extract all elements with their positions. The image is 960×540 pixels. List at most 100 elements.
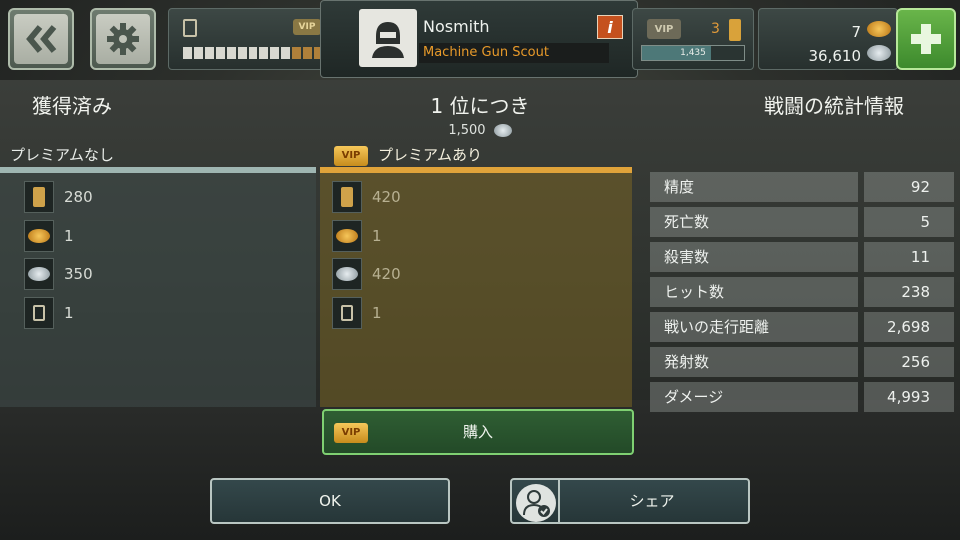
gear-icon xyxy=(107,23,139,55)
stat-row: 殺害数 11 xyxy=(650,242,954,272)
reward-value: 420 xyxy=(372,188,401,206)
stat-label: ヒット数 xyxy=(650,277,858,307)
double-chevron-left-icon xyxy=(26,25,57,53)
currency-panel: 7 36,610 xyxy=(758,8,898,70)
fuel-segment xyxy=(281,47,291,59)
xp-value: 1,435 xyxy=(680,48,706,58)
back-button[interactable] xyxy=(8,8,74,70)
share-user-icon xyxy=(516,484,556,522)
user-check-icon xyxy=(523,490,550,517)
reward-row: 1 xyxy=(332,297,382,329)
info-button[interactable]: i xyxy=(597,15,623,39)
fuel-segment xyxy=(270,47,280,59)
per-place-reward: 1,500 xyxy=(0,121,960,138)
stat-label: 発射数 xyxy=(650,347,858,377)
premium-header: VIP プレミアムあり xyxy=(334,143,482,167)
player-panel: Nosmith Machine Gun Scout i xyxy=(320,0,638,78)
reward-value: 1 xyxy=(64,304,74,322)
reward-value: 1 xyxy=(372,304,382,322)
fuel-segment xyxy=(193,47,203,59)
fuel-icon xyxy=(183,19,197,37)
xp-bar: 1,435 xyxy=(641,45,745,61)
no-premium-header: プレミアムなし xyxy=(10,146,114,164)
share-button[interactable]: シェア xyxy=(510,478,750,524)
gold-coin-icon xyxy=(336,229,358,243)
battle-stats-heading: 戦闘の統計情報 xyxy=(764,94,904,118)
silver-value: 36,610 xyxy=(808,47,862,65)
stat-value: 11 xyxy=(864,242,954,272)
stat-label: ダメージ xyxy=(650,382,858,412)
per-place-value: 1,500 xyxy=(448,123,486,138)
reward-value: 1 xyxy=(372,227,382,245)
fuel-segment xyxy=(226,47,236,59)
reward-row: 350 xyxy=(24,258,93,290)
share-label: シェア xyxy=(629,492,675,510)
rank-icon xyxy=(341,187,353,207)
silver-coin-icon xyxy=(867,45,891,61)
plus-icon xyxy=(911,24,941,54)
stat-row: 死亡数 5 xyxy=(650,207,954,237)
rank-value: 3 xyxy=(711,21,720,37)
rank-vip-badge: VIP xyxy=(647,19,681,39)
gold-value: 7 xyxy=(851,23,861,41)
pilot-helmet-icon xyxy=(372,22,404,58)
buy-premium-button[interactable]: VIP 購入 xyxy=(322,409,634,455)
reward-value: 280 xyxy=(64,188,93,206)
silver-coin-icon xyxy=(493,124,512,137)
premium-label: プレミアムあり xyxy=(378,146,482,164)
reward-value: 350 xyxy=(64,265,93,283)
vip-crown-icon: VIP xyxy=(334,145,368,166)
reward-row: 1 xyxy=(332,220,382,252)
player-name: Nosmith xyxy=(423,17,490,36)
fuel-segment xyxy=(292,47,302,59)
stat-label: 戦いの走行距離 xyxy=(650,312,858,342)
fuel-segment xyxy=(215,47,225,59)
fuel-segment xyxy=(303,47,313,59)
stat-value: 92 xyxy=(864,172,954,202)
add-currency-button[interactable] xyxy=(896,8,956,70)
stat-row: 精度 92 xyxy=(650,172,954,202)
stat-label: 精度 xyxy=(650,172,858,202)
stat-value: 238 xyxy=(864,277,954,307)
fuel-segment xyxy=(204,47,214,59)
reward-row: 1 xyxy=(24,220,74,252)
stat-value: 256 xyxy=(864,347,954,377)
stat-row: 発射数 256 xyxy=(650,347,954,377)
reward-row: 420 xyxy=(332,258,401,290)
stat-label: 殺害数 xyxy=(650,242,858,272)
silver-coin-icon xyxy=(28,267,50,281)
reward-value: 420 xyxy=(372,265,401,283)
stat-row: ヒット数 238 xyxy=(650,277,954,307)
fuel-vip-badge: VIP xyxy=(293,19,321,35)
avatar xyxy=(359,9,417,67)
fuel-bar xyxy=(183,47,323,59)
robot-class: Machine Gun Scout xyxy=(419,43,609,63)
rank-icon xyxy=(729,19,741,41)
rank-icon xyxy=(33,187,45,207)
stat-value: 4,993 xyxy=(864,382,954,412)
fuel-segment xyxy=(248,47,258,59)
gold-coin-icon xyxy=(28,229,50,243)
reward-row: 280 xyxy=(24,181,93,213)
fuel-segment xyxy=(237,47,247,59)
stat-value: 5 xyxy=(864,207,954,237)
fuel-panel: VIP xyxy=(168,8,336,70)
stat-label: 死亡数 xyxy=(650,207,858,237)
ok-button[interactable]: OK xyxy=(210,478,450,524)
fuel-icon xyxy=(341,305,353,321)
stat-row: 戦いの走行距離 2,698 xyxy=(650,312,954,342)
fuel-segment xyxy=(183,47,192,59)
silver-coin-icon xyxy=(336,267,358,281)
stat-value: 2,698 xyxy=(864,312,954,342)
fuel-icon xyxy=(33,305,45,321)
rank-panel: VIP 3 1,435 xyxy=(632,8,754,70)
gold-coin-icon xyxy=(867,21,891,37)
reward-row: 420 xyxy=(332,181,401,213)
reward-value: 1 xyxy=(64,227,74,245)
ok-label: OK xyxy=(319,492,341,510)
reward-row: 1 xyxy=(24,297,74,329)
buy-label: 購入 xyxy=(462,423,493,441)
stat-row: ダメージ 4,993 xyxy=(650,382,954,412)
fuel-segment xyxy=(259,47,269,59)
settings-button[interactable] xyxy=(90,8,156,70)
